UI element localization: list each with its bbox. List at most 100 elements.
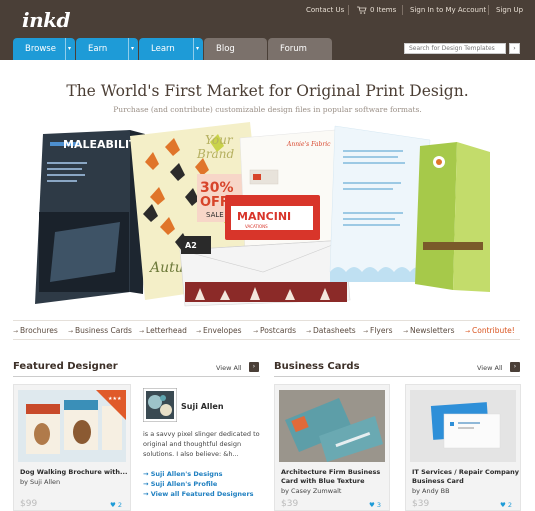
tab-learn[interactable]: Learn ▾ <box>139 38 203 60</box>
sale-word: SALE <box>206 211 224 219</box>
category-brochures[interactable]: → Brochures <box>13 326 58 335</box>
dog-brochure-thumbnail[interactable]: ★★★ <box>18 390 126 462</box>
tab-forum[interactable]: Forum <box>268 38 332 60</box>
category-label: Postcards <box>260 326 297 335</box>
card-likes[interactable]: ♥ 3 <box>369 501 381 509</box>
chevron-down-icon: ▾ <box>68 45 72 52</box>
featured-view-all-link[interactable]: View All <box>216 364 242 372</box>
cart-icon[interactable] <box>357 6 367 14</box>
mancini-title: MANCINI <box>237 210 291 223</box>
card-price: $39 <box>412 499 430 509</box>
contact-us-link[interactable]: Contact Us <box>306 6 344 14</box>
category-label: Letterhead <box>146 326 187 335</box>
category-label: Envelopes <box>203 326 242 335</box>
designer-profile-link[interactable]: → Suji Allen's Profile <box>143 480 217 488</box>
featured-view-all-button[interactable]: › <box>249 362 259 372</box>
tab-browse-label: Browse <box>25 44 56 54</box>
category-postcards[interactable]: → Postcards <box>253 326 296 335</box>
designer-designs-link[interactable]: → Suji Allen's Designs <box>143 470 222 478</box>
designer-avatar[interactable] <box>143 388 177 422</box>
card-title[interactable]: IT Services / Repair Company Business Car… <box>412 468 519 486</box>
card-author[interactable]: by Suji Allen <box>20 478 60 486</box>
arrow-right-icon: → <box>403 328 409 335</box>
category-envelopes[interactable]: → Envelopes <box>196 326 242 335</box>
heart-icon: ♥ <box>499 501 506 509</box>
mancini-card: MANCINI VACATIONS <box>225 195 320 240</box>
category-label: Newsletters <box>410 326 455 335</box>
arrow-right-icon: → <box>13 328 19 335</box>
category-label: Business Cards <box>75 326 132 335</box>
arrow-right-icon: → <box>68 328 74 335</box>
category-datasheets[interactable]: → Datasheets <box>306 326 356 335</box>
it-services-card-thumbnail[interactable] <box>410 390 516 462</box>
likes-count: 3 <box>376 501 381 509</box>
category-label: Flyers <box>370 326 393 335</box>
architecture-card-thumbnail[interactable] <box>279 390 385 462</box>
arrow-right-icon: → <box>143 480 151 488</box>
card-author[interactable]: by Casey Zumwalt <box>281 487 341 495</box>
arrow-right-icon: → <box>143 470 151 478</box>
link-label: Suji Allen's Profile <box>150 480 218 488</box>
star-icon: ★★★ <box>108 396 122 402</box>
heart-icon: ♥ <box>109 501 116 509</box>
header-bar: inkd Contact Us 0 Items Sign In to My Ac… <box>0 0 535 60</box>
category-newsletters[interactable]: → Newsletters <box>403 326 454 335</box>
sign-in-link[interactable]: Sign In to My Account <box>410 6 486 14</box>
divider <box>402 5 403 15</box>
brand-line-2: Brand <box>196 147 234 161</box>
likes-count: 2 <box>507 501 512 509</box>
product-card[interactable]: IT Services / Repair Company Business Car… <box>405 384 521 511</box>
arrow-right-icon: → <box>196 328 202 335</box>
search-input[interactable] <box>404 43 506 54</box>
sign-up-link[interactable]: Sign Up <box>496 6 523 14</box>
designer-bio: is a savvy pixel slinger dedicated to or… <box>143 430 260 458</box>
browse-dropdown[interactable]: ▾ <box>65 38 75 60</box>
arrow-right-icon: → <box>139 328 145 335</box>
tab-learn-label: Learn <box>151 44 175 54</box>
tab-earn[interactable]: Earn ▾ <box>76 38 138 60</box>
card-title[interactable]: Dog Walking Brochure with... <box>20 468 127 477</box>
card-price: $39 <box>281 499 299 509</box>
product-card[interactable]: ★★★ Dog Walking Brochure with... by Suji… <box>13 384 131 511</box>
link-label: Suji Allen's Designs <box>150 470 223 478</box>
category-label: Datasheets <box>313 326 356 335</box>
view-all-designers-link[interactable]: → View all Featured Designers <box>143 490 254 498</box>
card-title[interactable]: Architecture Firm Business Card with Blue… <box>281 468 380 486</box>
chevron-down-icon: ▾ <box>131 45 135 52</box>
title-line-2: Business Card <box>412 477 464 485</box>
category-flyers[interactable]: → Flyers <box>363 326 392 335</box>
arrow-right-icon: → <box>306 328 312 335</box>
card-likes[interactable]: ♥ 2 <box>110 501 122 509</box>
hero-title: The World's First Market for Original Pr… <box>66 82 469 100</box>
arrow-right-icon: → <box>363 328 369 335</box>
category-letterhead[interactable]: → Letterhead <box>139 326 187 335</box>
business-view-all-link[interactable]: View All <box>477 364 503 372</box>
business-cards-heading: Business Cards <box>274 361 360 372</box>
mancini-subtitle: VACATIONS <box>245 224 268 229</box>
card-likes[interactable]: ♥ 2 <box>500 501 512 509</box>
arrow-right-icon: → <box>465 328 471 335</box>
tab-forum-label: Forum <box>280 44 307 54</box>
earn-dropdown[interactable]: ▾ <box>128 38 138 60</box>
cart-link[interactable]: 0 Items <box>370 6 396 14</box>
product-card[interactable]: Architecture Firm Business Card with Blue… <box>274 384 390 511</box>
category-contribute[interactable]: → Contribute! <box>465 326 515 335</box>
tab-browse[interactable]: Browse ▾ <box>13 38 75 60</box>
card-author[interactable]: by Andy BB <box>412 487 450 495</box>
inkd-logo[interactable]: inkd <box>22 8 70 32</box>
business-view-all-button[interactable]: › <box>510 362 520 372</box>
tab-blog[interactable]: Blog <box>204 38 267 60</box>
envelope: A2 <box>179 236 351 307</box>
title-line-1: Architecture Firm Business <box>281 468 381 476</box>
category-bar: → Brochures → Business Cards → Letterhead →… <box>13 320 520 340</box>
card-price: $99 <box>20 499 38 509</box>
designer-name[interactable]: Suji Allen <box>181 402 224 411</box>
sale-off: OFF <box>200 195 229 210</box>
sale-percent: 30% <box>200 180 234 196</box>
category-business-cards[interactable]: → Business Cards <box>68 326 132 335</box>
a2-label: A2 <box>185 241 197 250</box>
search-button[interactable]: › <box>509 43 520 54</box>
arrow-right-icon: → <box>143 490 151 498</box>
maleability-brochure: MALEABILITY <box>35 130 146 304</box>
learn-dropdown[interactable]: ▾ <box>193 38 203 60</box>
